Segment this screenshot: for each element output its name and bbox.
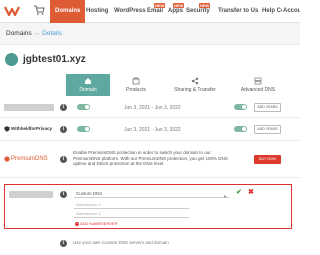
info-icon[interactable]: i: [60, 104, 67, 111]
premiumdns-logo-icon: [4, 156, 10, 162]
tab-label: Advanced DNS: [240, 87, 276, 93]
tab-label: Products: [126, 87, 146, 93]
tab-sharing-transfer[interactable]: Sharing & Transfer: [162, 74, 228, 96]
premiumdns-brand: PremiumDNS: [11, 156, 48, 162]
top-navigation: Domains Hosting WordPress Email NEW Apps…: [0, 0, 300, 23]
new-badge: NEW: [154, 3, 166, 8]
new-badge: NEW: [173, 3, 185, 8]
privacy-row: WithheldforPrivacy i Jun 3, 2021 - Jun 3…: [0, 118, 300, 141]
namecheap-logo-icon[interactable]: [4, 5, 20, 17]
nav-help-center[interactable]: Help Center: [262, 0, 282, 23]
status-row: i Jun 3, 2021 - Jun 3, 2022 ADD YEARS: [0, 97, 300, 118]
nav-wordpress[interactable]: WordPress: [114, 0, 146, 23]
select-value: Custom DNS: [76, 191, 103, 196]
nav-hosting[interactable]: Hosting: [86, 0, 108, 23]
share-icon: [191, 77, 199, 85]
domain-tabs: Domain Products Sharing & Transfer Advan…: [66, 74, 292, 96]
redirect-text: Use your own Custom DNS servers and doma…: [73, 240, 169, 245]
chevron-down-icon: ▼: [223, 194, 227, 199]
premiumdns-description: Enable PremiumDNS protection in order to…: [73, 150, 228, 166]
nameservers-edit-panel: i Custom DNS ▼ ✔ ✖ Nameserver 1 Nameserv…: [4, 184, 292, 229]
tab-label: Domain: [79, 87, 97, 93]
premiumdns-row: PremiumDNS i Enable PremiumDNS protectio…: [0, 141, 300, 178]
tab-products[interactable]: Products: [110, 74, 162, 96]
privacy-dates: Jun 3, 2021 - Jun 3, 2022: [124, 127, 181, 133]
add-years-button[interactable]: ADD YEARS: [254, 103, 281, 112]
row-label: [9, 191, 53, 198]
add-nameserver-link[interactable]: + ADD NAMESERVER: [75, 221, 118, 226]
nameserver-2-input[interactable]: Nameserver 2: [74, 210, 189, 218]
info-icon[interactable]: i: [60, 126, 67, 133]
cancel-x-icon[interactable]: ✖: [248, 188, 254, 196]
buy-now-button[interactable]: BUY NOW: [254, 155, 281, 164]
breadcrumb: Domains → Details: [6, 30, 62, 37]
nameserver-type-select[interactable]: Custom DNS ▼: [74, 189, 229, 199]
privacy-toggle[interactable]: [77, 126, 90, 132]
shield-icon: [4, 126, 10, 132]
privacy-brand: WithheldforPrivacy: [11, 126, 52, 131]
info-icon[interactable]: i: [60, 191, 67, 198]
tab-domain[interactable]: Domain: [66, 74, 110, 96]
home-icon: [85, 78, 91, 84]
row-label: [4, 104, 54, 111]
nameserver-1-input[interactable]: Nameserver 1: [74, 201, 189, 209]
new-badge: NEW: [199, 3, 211, 8]
add-nameserver-label: ADD NAMESERVER: [80, 221, 118, 226]
breadcrumb-root[interactable]: Domains: [6, 30, 32, 37]
info-icon[interactable]: i: [60, 156, 67, 163]
breadcrumb-separator: →: [33, 30, 41, 37]
redirect-row: i Use your own Custom DNS servers and do…: [0, 236, 300, 255]
status-dates: Jun 3, 2021 - Jun 3, 2022: [124, 105, 181, 111]
autorenew-toggle[interactable]: [234, 104, 247, 110]
status-toggle[interactable]: [77, 104, 90, 110]
privacy-add-years-button[interactable]: ADD YEARS: [254, 125, 281, 134]
nav-domains[interactable]: Domains: [50, 0, 86, 23]
save-check-icon[interactable]: ✔: [236, 188, 242, 196]
plus-icon: +: [75, 222, 79, 226]
dns-icon: [254, 77, 262, 85]
breadcrumb-current: Details: [42, 30, 63, 37]
nav-account[interactable]: Account: [283, 0, 300, 23]
cart-icon[interactable]: [33, 4, 45, 16]
nav-transfer[interactable]: Transfer to Us: [218, 0, 258, 23]
privacy-autorenew-toggle[interactable]: [234, 126, 247, 132]
tab-advanced-dns[interactable]: Advanced DNS: [228, 74, 288, 96]
info-icon[interactable]: i: [60, 240, 67, 247]
domain-avatar: [5, 53, 18, 66]
breadcrumb-bar: Domains → Details: [0, 23, 300, 45]
box-icon: [132, 77, 140, 85]
page-title: jgbtest01.xyz: [23, 54, 86, 65]
tab-label: Sharing & Transfer: [174, 87, 216, 93]
